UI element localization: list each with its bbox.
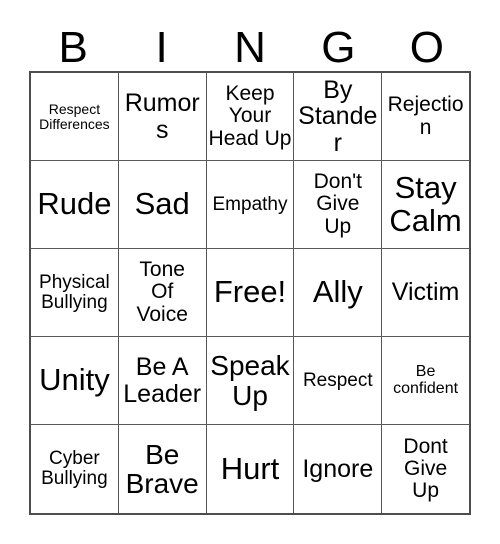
header-letter-g: G (321, 23, 356, 72)
bingo-cell-label: Be confident (393, 362, 459, 397)
bingo-cell-label: Ignore (302, 454, 374, 483)
header-letter-o: O (409, 23, 444, 72)
header-letter-b: B (58, 23, 88, 72)
bingo-cell-g2[interactable]: Don't Give Up (294, 161, 383, 249)
bingo-cell-g4[interactable]: Respect (294, 337, 383, 425)
header-letter-i: I (155, 23, 168, 72)
bingo-row: Cyber Bullying Be Brave Hurt Ignore Dont… (31, 425, 469, 513)
bingo-cell-o1[interactable]: Rejection (382, 73, 469, 161)
bingo-cell-label: Unity (39, 362, 110, 398)
bingo-cell-label: Sad (134, 186, 190, 222)
bingo-cell-label: Empathy (212, 193, 288, 215)
bingo-cell-label: Physical Bullying (39, 271, 110, 313)
bingo-cell-label: Hurt (220, 450, 280, 486)
header-letter-n: N (234, 23, 266, 72)
bingo-cell-label: Cyber Bullying (41, 448, 108, 489)
bingo-cell-o4[interactable]: Be confident (382, 337, 469, 425)
bingo-card: B I N G O Respect Differences Rumors Kee… (0, 0, 500, 544)
bingo-cell-g1[interactable]: By Stander (294, 73, 383, 161)
bingo-cell-label: Respect Differences (39, 100, 110, 132)
free-space-label: Free! (213, 274, 287, 310)
bingo-cell-b1[interactable]: Respect Differences (31, 73, 119, 161)
bingo-cell-g3[interactable]: Ally (294, 249, 383, 337)
bingo-cell-b2[interactable]: Rude (31, 161, 119, 249)
bingo-grid: Respect Differences Rumors Keep Your Hea… (29, 71, 471, 515)
bingo-cell-label: Rejection (387, 93, 464, 139)
bingo-cell-b4[interactable]: Unity (31, 337, 119, 425)
bingo-cell-i3[interactable]: Tone Of Voice (118, 249, 207, 337)
bingo-cell-label: Victim (391, 278, 460, 307)
bingo-cell-label: Rude (37, 186, 112, 222)
bingo-cell-o3[interactable]: Victim (382, 249, 469, 337)
bingo-cell-label: Be Brave (125, 438, 199, 499)
bingo-cell-label: Ally (312, 274, 363, 310)
bingo-cell-label: Dont Give Up (403, 434, 448, 503)
bingo-cell-o2[interactable]: Stay Calm (382, 161, 469, 249)
bingo-cell-n2[interactable]: Empathy (206, 161, 295, 249)
bingo-cell-b3[interactable]: Physical Bullying (31, 249, 119, 337)
bingo-cell-i2[interactable]: Sad (118, 161, 207, 249)
bingo-cell-n4[interactable]: Speak Up (206, 337, 295, 425)
bingo-cell-label: Rumors (124, 89, 200, 144)
bingo-cell-g5[interactable]: Ignore (294, 425, 383, 513)
bingo-row: Unity Be A Leader Speak Up Respect Be co… (31, 337, 469, 425)
bingo-cell-label: Speak Up (210, 350, 290, 411)
bingo-cell-label: Respect (302, 369, 373, 391)
bingo-cell-n1[interactable]: Keep Your Head Up (206, 73, 295, 161)
bingo-cell-i4[interactable]: Be A Leader (118, 337, 207, 425)
bingo-cell-n5[interactable]: Hurt (206, 425, 295, 513)
bingo-cell-free-space[interactable]: Free! (206, 249, 295, 337)
bingo-cell-label: Keep Your Head Up (208, 82, 292, 150)
bingo-cell-label: Be A Leader (123, 353, 202, 408)
bingo-cell-label: By Stander (298, 76, 378, 157)
bingo-cell-b5[interactable]: Cyber Bullying (31, 425, 119, 513)
bingo-cell-label: Stay Calm (389, 169, 462, 238)
bingo-cell-label: Tone Of Voice (136, 258, 188, 326)
bingo-cell-i1[interactable]: Rumors (118, 73, 207, 161)
bingo-cell-i5[interactable]: Be Brave (118, 425, 207, 513)
bingo-row: Respect Differences Rumors Keep Your Hea… (31, 73, 469, 161)
bingo-cell-label: Don't Give Up (313, 170, 362, 238)
bingo-header-row: B I N G O (29, 16, 471, 71)
bingo-row: Rude Sad Empathy Don't Give Up Stay Calm (31, 161, 469, 249)
bingo-row: Physical Bullying Tone Of Voice Free! Al… (31, 249, 469, 337)
bingo-cell-o5[interactable]: Dont Give Up (382, 425, 469, 513)
